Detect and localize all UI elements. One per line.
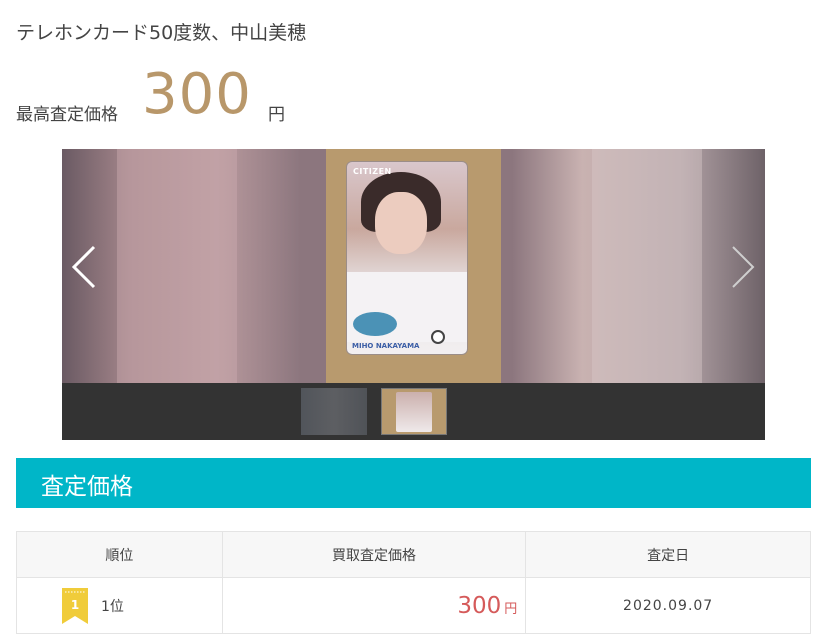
carousel-prev-button[interactable] bbox=[70, 245, 100, 289]
card-logo bbox=[353, 312, 397, 336]
thumbnail-strip bbox=[62, 383, 765, 440]
product-photo: CITIZEN MIHO NAKAYAMA bbox=[326, 149, 501, 383]
card-name-text: MIHO NAKAYAMA bbox=[352, 342, 420, 350]
thumbnail-card-image bbox=[396, 392, 432, 432]
price-cell: 300 円 bbox=[221, 577, 527, 634]
header-date: 査定日 bbox=[525, 531, 811, 578]
assessment-section-header: 査定価格 bbox=[16, 458, 811, 508]
chevron-left-icon bbox=[71, 245, 96, 289]
carousel-next-button[interactable] bbox=[727, 245, 757, 289]
assessed-price-unit: 円 bbox=[504, 601, 518, 617]
thumbnail-1[interactable] bbox=[301, 388, 367, 435]
header-price: 買取査定価格 bbox=[221, 531, 527, 578]
assessment-table: 順位 買取査定価格 査定日 1 1位 300 円 2020.09.07 bbox=[16, 531, 811, 634]
max-price-value: 300 bbox=[142, 62, 252, 127]
section-title: 査定価格 bbox=[41, 474, 133, 500]
product-title: テレホンカード50度数、中山美穂 bbox=[16, 22, 307, 44]
image-carousel[interactable]: CITIZEN MIHO NAKAYAMA bbox=[62, 149, 765, 440]
carousel-slide: CITIZEN MIHO NAKAYAMA bbox=[62, 149, 765, 383]
rank-ribbon-icon: 1 bbox=[62, 588, 88, 624]
watch-icon bbox=[431, 330, 445, 344]
card-face bbox=[375, 192, 427, 254]
thumbnail-2[interactable] bbox=[381, 388, 447, 435]
blurred-background-right bbox=[592, 149, 702, 383]
assessment-date: 2020.09.07 bbox=[525, 577, 811, 634]
card-brand-logo: CITIZEN bbox=[353, 167, 392, 176]
max-price-line: 最高査定価格 300 円 bbox=[16, 62, 416, 127]
chevron-right-icon bbox=[732, 246, 755, 288]
assessed-price-value: 300 bbox=[457, 592, 502, 619]
rank-label: 1位 bbox=[101, 599, 124, 615]
header-rank: 順位 bbox=[16, 531, 223, 578]
table-row: 1 1位 300 円 2020.09.07 bbox=[16, 577, 811, 634]
rank-cell: 1 1位 bbox=[16, 577, 223, 634]
telephone-card-image: CITIZEN MIHO NAKAYAMA bbox=[346, 161, 468, 355]
rank-badge-number: 1 bbox=[71, 598, 79, 612]
max-price-label: 最高査定価格 bbox=[16, 105, 118, 125]
blurred-background-left bbox=[117, 149, 237, 383]
max-price-unit: 円 bbox=[268, 105, 285, 125]
table-header-row: 順位 買取査定価格 査定日 bbox=[16, 531, 811, 578]
